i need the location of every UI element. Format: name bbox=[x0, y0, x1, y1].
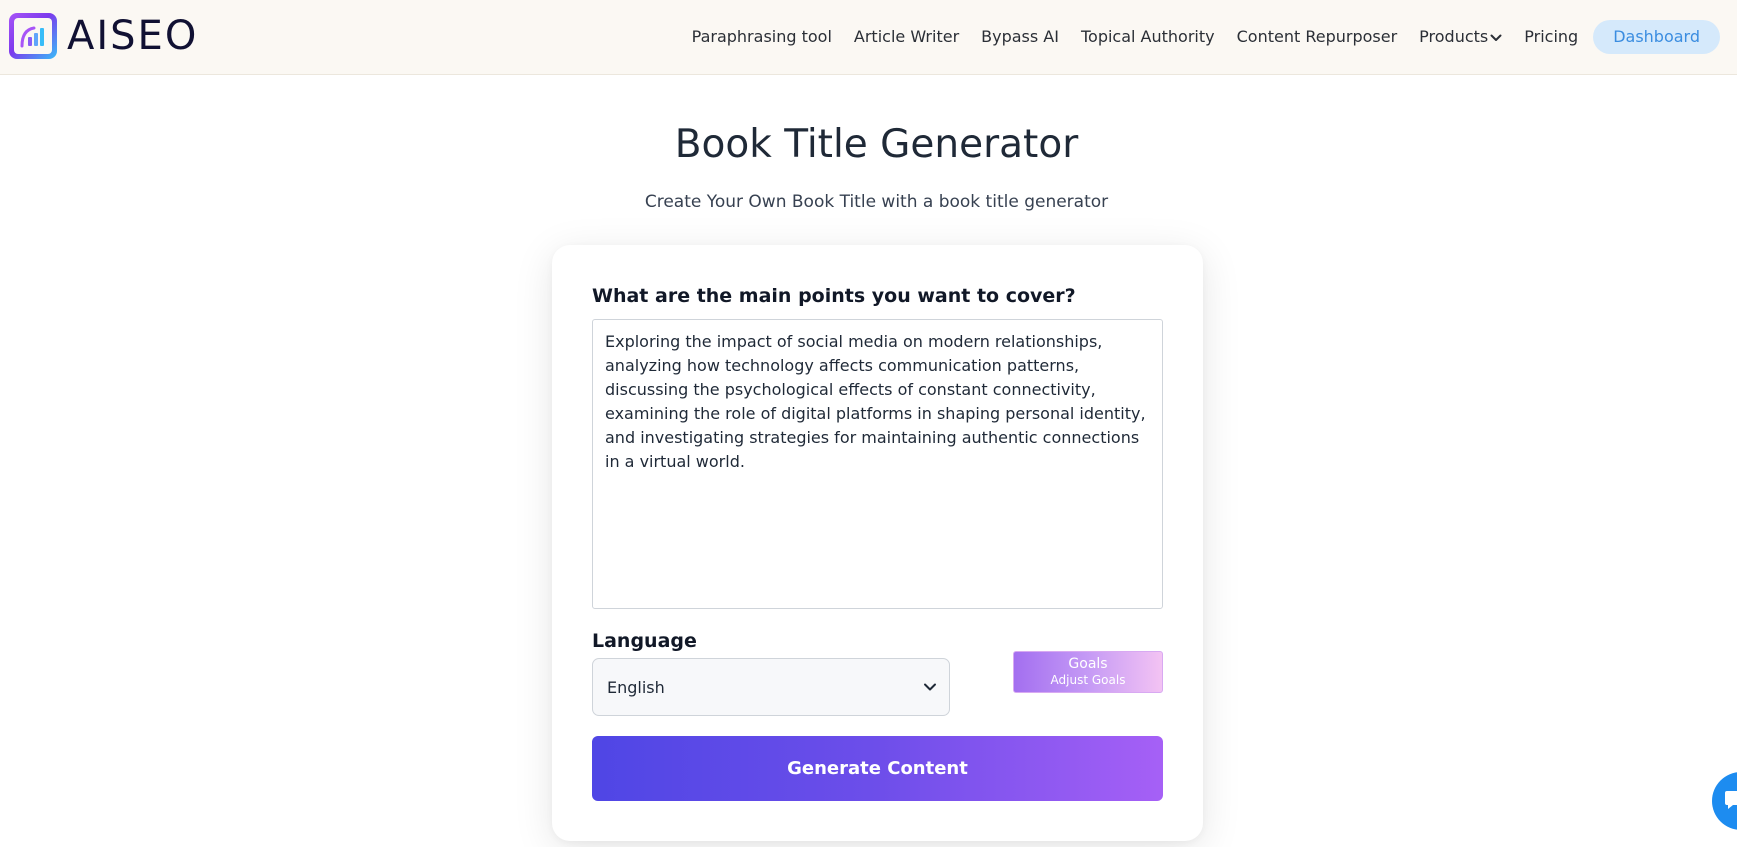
language-label: Language bbox=[592, 630, 697, 652]
nav-link-article-writer[interactable]: Article Writer bbox=[843, 19, 970, 55]
page-subtitle: Create Your Own Book Title with a book t… bbox=[644, 192, 1109, 212]
dashboard-button[interactable]: Dashboard bbox=[1593, 20, 1720, 54]
top-navbar: AISEO Paraphrasing tool Article Writer B… bbox=[0, 0, 1737, 75]
language-select-value: English bbox=[607, 677, 665, 697]
chat-bubble-icon bbox=[1725, 791, 1737, 809]
goals-subtitle: Adjust Goals bbox=[1050, 673, 1126, 688]
nav-products-dropdown[interactable]: Products bbox=[1408, 19, 1513, 55]
language-select[interactable]: English bbox=[592, 658, 950, 716]
goals-title: Goals bbox=[1068, 656, 1108, 673]
main-points-textarea[interactable]: Exploring the impact of social media on … bbox=[592, 319, 1163, 609]
logo-icon bbox=[9, 13, 57, 59]
nav-link-pricing[interactable]: Pricing bbox=[1513, 19, 1589, 55]
nav-link-paraphrasing-tool[interactable]: Paraphrasing tool bbox=[681, 19, 843, 55]
chat-widget-button[interactable] bbox=[1712, 772, 1737, 830]
nav-link-bypass-ai[interactable]: Bypass AI bbox=[970, 19, 1070, 55]
nav-link-content-repurposer[interactable]: Content Repurposer bbox=[1226, 19, 1409, 55]
nav-products-label: Products bbox=[1419, 27, 1489, 46]
generate-content-button[interactable]: Generate Content bbox=[592, 736, 1163, 801]
brand-logo[interactable]: AISEO bbox=[9, 13, 198, 59]
nav-link-topical-authority[interactable]: Topical Authority bbox=[1070, 19, 1226, 55]
page-title: Book Title Generator bbox=[674, 122, 1079, 167]
nav-links: Paraphrasing tool Article Writer Bypass … bbox=[681, 19, 1720, 55]
main-points-label: What are the main points you want to cov… bbox=[592, 285, 1076, 307]
generator-form-card: What are the main points you want to cov… bbox=[552, 245, 1203, 841]
brand-name: AISEO bbox=[67, 13, 199, 59]
chevron-down-icon bbox=[1490, 34, 1502, 41]
chevron-down-icon bbox=[924, 683, 936, 691]
adjust-goals-button[interactable]: Goals Adjust Goals bbox=[1013, 651, 1163, 693]
